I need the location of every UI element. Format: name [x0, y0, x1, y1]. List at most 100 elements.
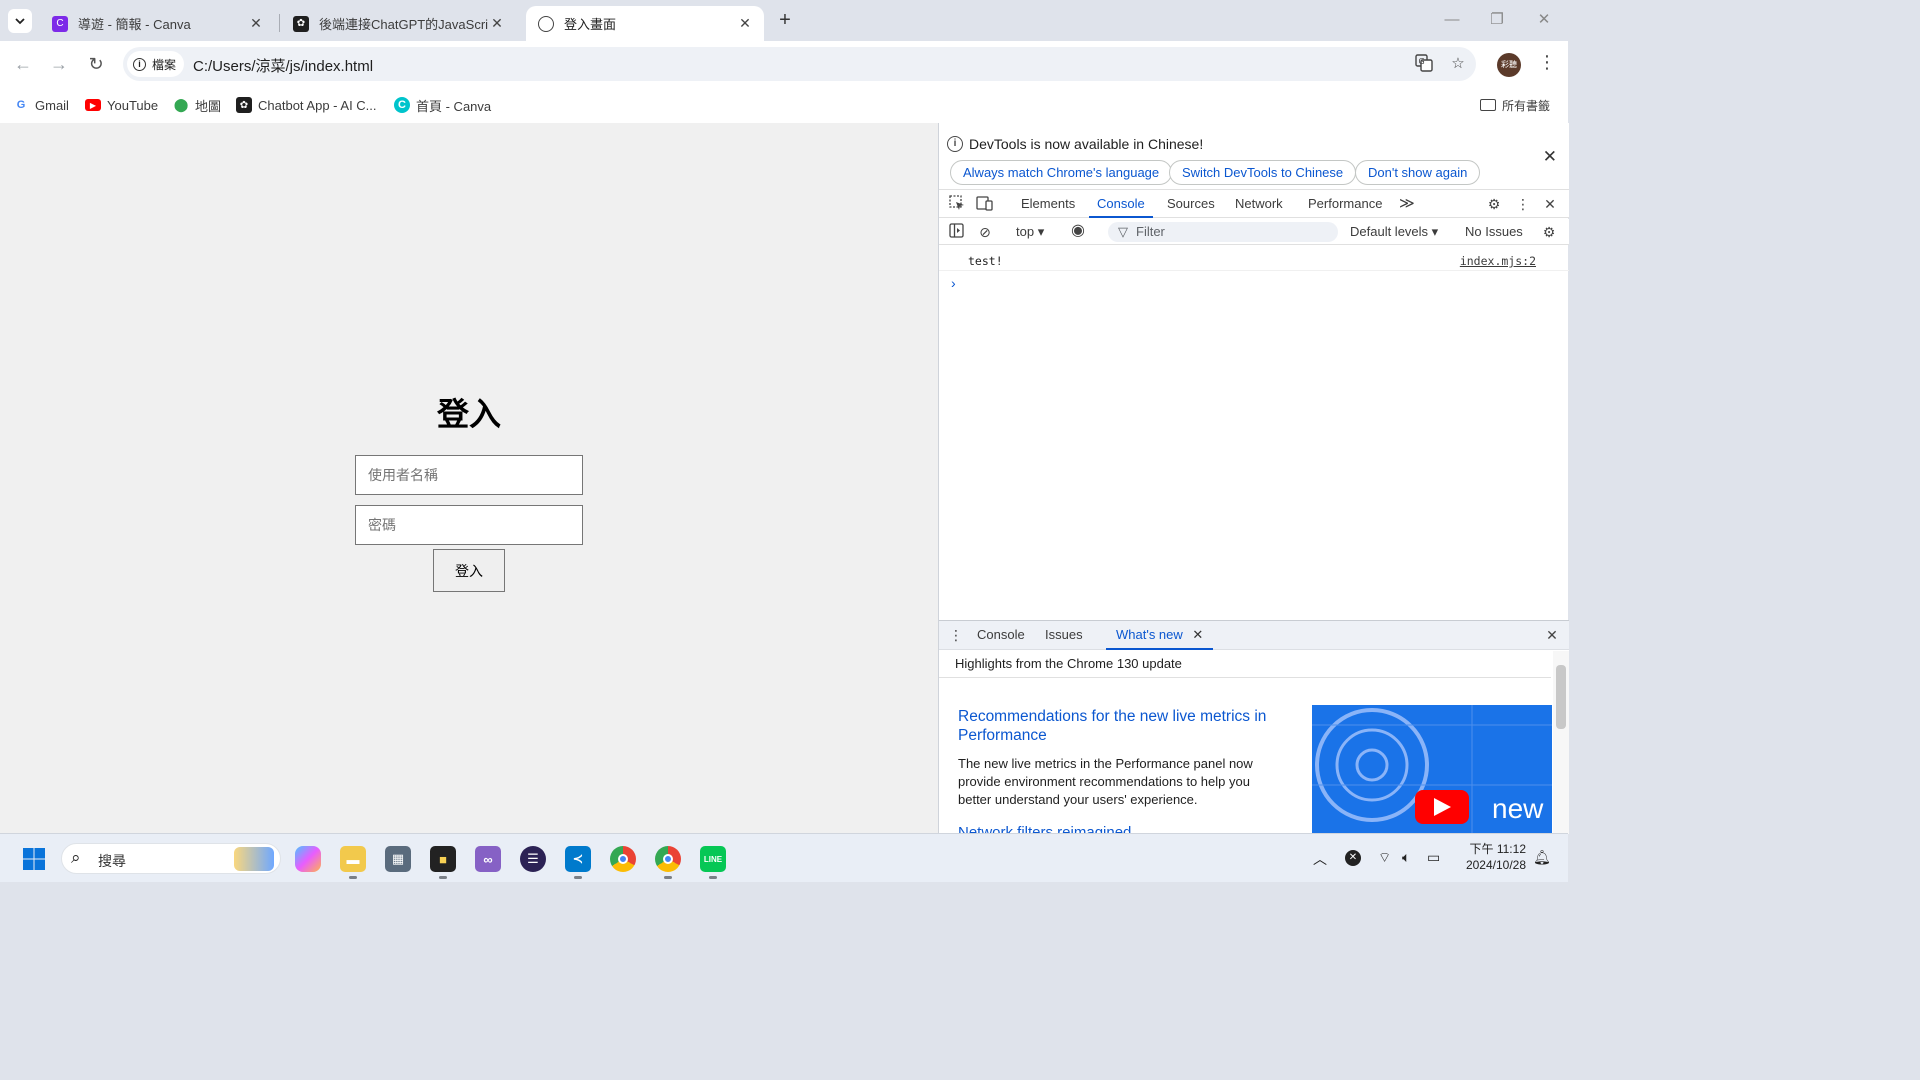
chevron-down-icon [15, 17, 25, 24]
bookmark-canva[interactable]: C 首頁 - Canva [394, 95, 491, 115]
url-text[interactable]: C:/Users/涼菜/js/index.html [193, 55, 373, 76]
bookmark-maps[interactable]: ⬤ 地圖 [173, 95, 221, 115]
globe-icon [538, 15, 554, 32]
volume-icon[interactable]: 🔈︎ [1402, 849, 1410, 866]
running-indicator [709, 876, 717, 879]
back-button[interactable]: ← [11, 52, 35, 76]
vscode-icon[interactable]: ≺ [565, 846, 591, 872]
bookmark-gmail[interactable]: G Gmail [13, 95, 69, 115]
live-expression-eye-icon[interactable]: ◉ [1069, 222, 1087, 240]
close-infobar-icon[interactable]: ✕ [1543, 147, 1557, 167]
password-input[interactable] [355, 505, 583, 545]
article-title-link[interactable]: Recommendations for the new live metrics… [958, 707, 1268, 745]
system-clock[interactable]: 下午 11:12 2024/10/28 [1460, 841, 1526, 873]
battery-icon[interactable]: ▭ [1427, 849, 1440, 866]
bookmark-youtube[interactable]: ▶ YouTube [85, 95, 158, 115]
video-thumbnail[interactable]: new [1312, 705, 1552, 834]
visual-studio-icon[interactable]: ∞ [475, 846, 501, 872]
infobar-message: i DevTools is now available in Chinese! [947, 136, 1203, 152]
switch-to-chinese-button[interactable]: Switch DevTools to Chinese [1169, 160, 1357, 185]
browser-tab-chatgpt[interactable]: ✿ 後端連接ChatGPT的JavaScript ✕ [281, 6, 516, 41]
tab-performance[interactable]: Performance [1308, 190, 1382, 218]
sidebar-toggle-icon[interactable] [947, 223, 965, 241]
minimize-button[interactable]: — [1437, 8, 1467, 32]
show-hidden-icons[interactable]: ︿ [1313, 849, 1327, 869]
file-explorer-icon[interactable]: ▬ [340, 846, 366, 872]
calculator-icon[interactable]: ▦ [385, 846, 411, 872]
google-icon: G [16, 99, 26, 111]
context-label: top [1016, 224, 1035, 239]
windows-start-icon[interactable] [21, 846, 47, 872]
restore-button[interactable]: ❐ [1482, 8, 1512, 32]
wifi-icon[interactable]: ⌔ [1378, 849, 1391, 867]
devtools-menu-icon[interactable]: ⋮ [1514, 195, 1532, 213]
device-toolbar-icon[interactable] [976, 195, 994, 213]
chrome-icon[interactable] [610, 846, 636, 872]
dont-show-again-button[interactable]: Don't show again [1355, 160, 1481, 185]
close-window-button[interactable]: ✕ [1529, 8, 1559, 32]
chrome-profile-icon[interactable] [655, 846, 681, 872]
drawer-menu-icon[interactable]: ⋮ [947, 626, 965, 644]
bookmark-chatbot[interactable]: ✿ Chatbot App - AI C... [236, 95, 377, 115]
console-filter-input[interactable]: ▽ Filter [1108, 222, 1338, 242]
close-drawer-icon[interactable]: ✕ [1543, 626, 1561, 644]
sticky-notes-icon[interactable]: ■ [430, 846, 456, 872]
console-prompt[interactable]: › [951, 275, 956, 291]
close-tab-icon[interactable]: ✕ [488, 15, 506, 32]
taskbar-search[interactable]: ⌕ 搜尋 [61, 843, 281, 874]
scrollbar-thumb[interactable] [1556, 665, 1566, 729]
chatgpt-icon: ✿ [293, 15, 309, 32]
bookmark-star-icon[interactable]: ☆ [1448, 54, 1468, 74]
console-settings-icon[interactable]: ⚙ [1540, 223, 1558, 241]
chrome-menu-icon[interactable]: ⋮ [1538, 52, 1556, 73]
match-language-button[interactable]: Always match Chrome's language [950, 160, 1173, 185]
notification-bell-icon[interactable]: 🔔︎ [1533, 849, 1551, 866]
drawer-tab-issues[interactable]: Issues [1045, 621, 1083, 650]
line-icon[interactable]: LINE [700, 846, 726, 872]
profile-avatar[interactable]: 彩聽 [1497, 53, 1521, 77]
console-toolbar: ⊘ top ▾ ◉ ▽ Filter Default levels ▾ No I… [939, 219, 1569, 245]
translate-icon[interactable]: G [1414, 54, 1434, 74]
browser-tab-canva[interactable]: C 導遊 - 簡報 - Canva ✕ [40, 6, 275, 41]
all-bookmarks-button[interactable]: 所有書籤 [1480, 95, 1550, 115]
drawer-scrollbar[interactable] [1553, 651, 1569, 834]
tab-network[interactable]: Network [1235, 190, 1283, 218]
login-button[interactable]: 登入 [433, 549, 505, 592]
browser-tab-login[interactable]: 登入畫面 ✕ [526, 6, 764, 41]
copilot-icon[interactable] [295, 846, 321, 872]
svg-text:G: G [1419, 57, 1425, 66]
new-tab-button[interactable]: + [774, 9, 796, 31]
more-tabs-icon[interactable]: ≫ [1399, 190, 1415, 218]
site-info-chip[interactable]: i 檔案 [127, 51, 185, 77]
tab-sources[interactable]: Sources [1167, 190, 1215, 218]
devtools-settings-icon[interactable]: ⚙ [1485, 195, 1503, 213]
console-source-link[interactable]: index.mjs:2 [1460, 254, 1536, 268]
tab-console[interactable]: Console [1089, 190, 1153, 218]
context-selector[interactable]: top ▾ [1016, 224, 1044, 240]
tab-search-button[interactable] [8, 9, 32, 33]
drawer-tab-console[interactable]: Console [977, 621, 1025, 650]
clear-console-icon[interactable]: ⊘ [976, 223, 994, 241]
eclipse-icon[interactable]: ☰ [520, 846, 546, 872]
running-indicator [664, 876, 672, 879]
drawer-tab-whats-new[interactable]: What's new ✕ [1106, 621, 1214, 650]
reload-button[interactable]: ↻ [84, 52, 108, 76]
tab-elements[interactable]: Elements [1021, 190, 1075, 218]
username-input[interactable] [355, 455, 583, 495]
thumbnail-text: new [1492, 793, 1544, 824]
close-devtools-icon[interactable]: ✕ [1541, 195, 1559, 213]
close-tab-icon[interactable]: ✕ [736, 15, 754, 32]
devtools-tabs: Elements Console Sources Network Perform… [939, 190, 1569, 218]
inspect-element-icon[interactable] [948, 195, 966, 213]
forward-button[interactable]: → [47, 52, 71, 76]
chatbot-icon: ✿ [236, 97, 252, 113]
address-bar[interactable]: i 檔案 C:/Users/涼菜/js/index.html G ☆ [123, 47, 1476, 81]
running-indicator [439, 876, 447, 879]
windows-taskbar: ⌕ 搜尋 ▬ ▦ ■ ∞ ☰ ≺ LINE ︿ ✕ ⌔ 🔈︎ ▭ 下午 11:1… [0, 833, 1568, 882]
log-levels-dropdown[interactable]: Default levels ▾ [1350, 224, 1438, 240]
close-tab-icon[interactable]: ✕ [247, 15, 265, 32]
close-drawer-tab-icon[interactable]: ✕ [1192, 627, 1203, 642]
tray-app-icon[interactable]: ✕ [1345, 850, 1361, 866]
language-infobar: i DevTools is now available in Chinese! … [939, 123, 1569, 190]
issues-counter[interactable]: No Issues [1465, 224, 1523, 239]
